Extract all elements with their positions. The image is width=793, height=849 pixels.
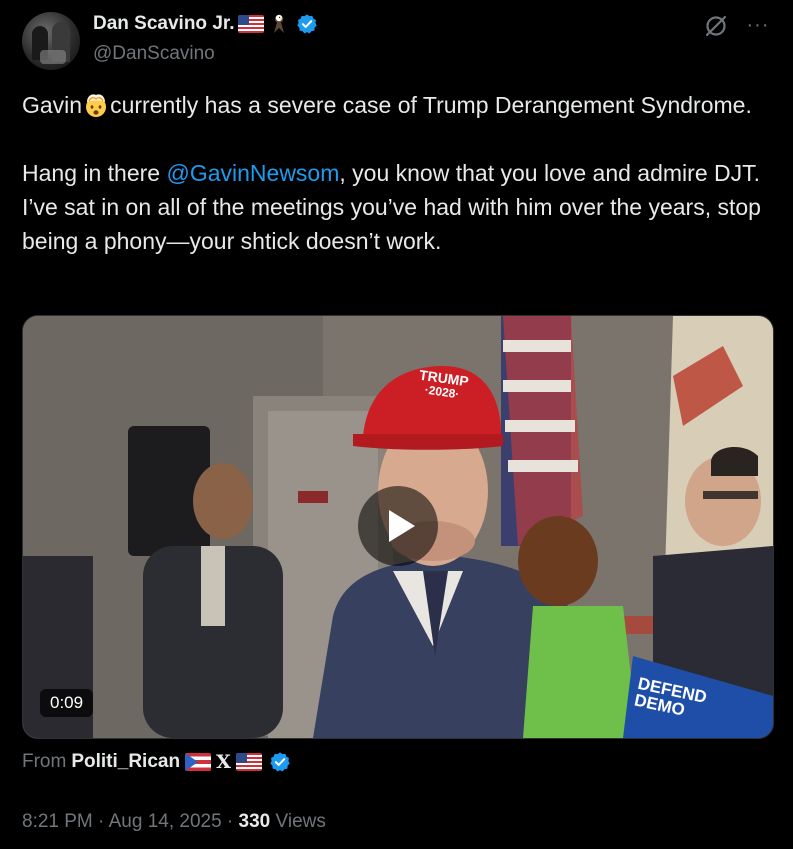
us-flag-icon — [235, 753, 262, 771]
tweet-text: Gavin currently has a severe case of Tru… — [22, 88, 774, 258]
avatar-figure — [40, 50, 66, 64]
tweet-meta: 8:21 PM · Aug 14, 2025 · 330 Views — [22, 811, 326, 833]
more-dots-icon[interactable]: ··· — [745, 14, 771, 36]
tweet-text-segment: currently has a severe case of Trump Der… — [110, 92, 752, 118]
verified-badge-icon — [296, 14, 317, 34]
tweet-text-segment: Gavin — [22, 92, 83, 118]
views-count: 330 — [238, 811, 271, 832]
author-handle[interactable]: @DanScavino — [93, 43, 215, 65]
tweet-time[interactable]: 8:21 PM — [22, 811, 93, 832]
video-source-attribution: From Politi_Rican X — [22, 751, 291, 773]
meta-separator: · — [221, 811, 239, 832]
mention-link[interactable]: @GavinNewsom — [166, 160, 339, 186]
eagle-icon — [273, 14, 284, 33]
source-account-link[interactable]: Politi_Rican — [71, 751, 180, 773]
tweet-text-segment: Hang in there — [22, 160, 167, 186]
exploding-head-icon — [86, 94, 107, 117]
tweet-paragraph: Hang in there @GavinNewsom, you know tha… — [22, 156, 774, 258]
us-flag-icon — [237, 15, 264, 33]
author-name-row[interactable]: Dan Scavino Jr. — [93, 12, 318, 36]
tweet-paragraph: Gavin currently has a severe case of Tru… — [22, 88, 774, 122]
source-prefix: From — [22, 751, 67, 772]
tweet-date[interactable]: Aug 14, 2025 — [109, 811, 222, 832]
author-name[interactable]: Dan Scavino Jr. — [93, 13, 235, 35]
verified-badge-icon — [270, 752, 290, 772]
meta-separator: · — [92, 811, 109, 832]
grok-icon[interactable] — [702, 12, 730, 40]
author-avatar[interactable] — [22, 12, 80, 70]
video-player[interactable]: TRUMP ·2028· DEFEND DEMO 0:09 — [22, 315, 774, 739]
x-icon: X — [216, 751, 231, 773]
play-icon[interactable] — [358, 486, 438, 566]
video-duration: 0:09 — [40, 689, 94, 717]
tweet-card: Dan Scavino Jr. @DanScavino ··· Gavin cu… — [0, 0, 793, 849]
puerto-rico-flag-icon — [185, 753, 212, 771]
views-label: Views — [270, 811, 326, 832]
